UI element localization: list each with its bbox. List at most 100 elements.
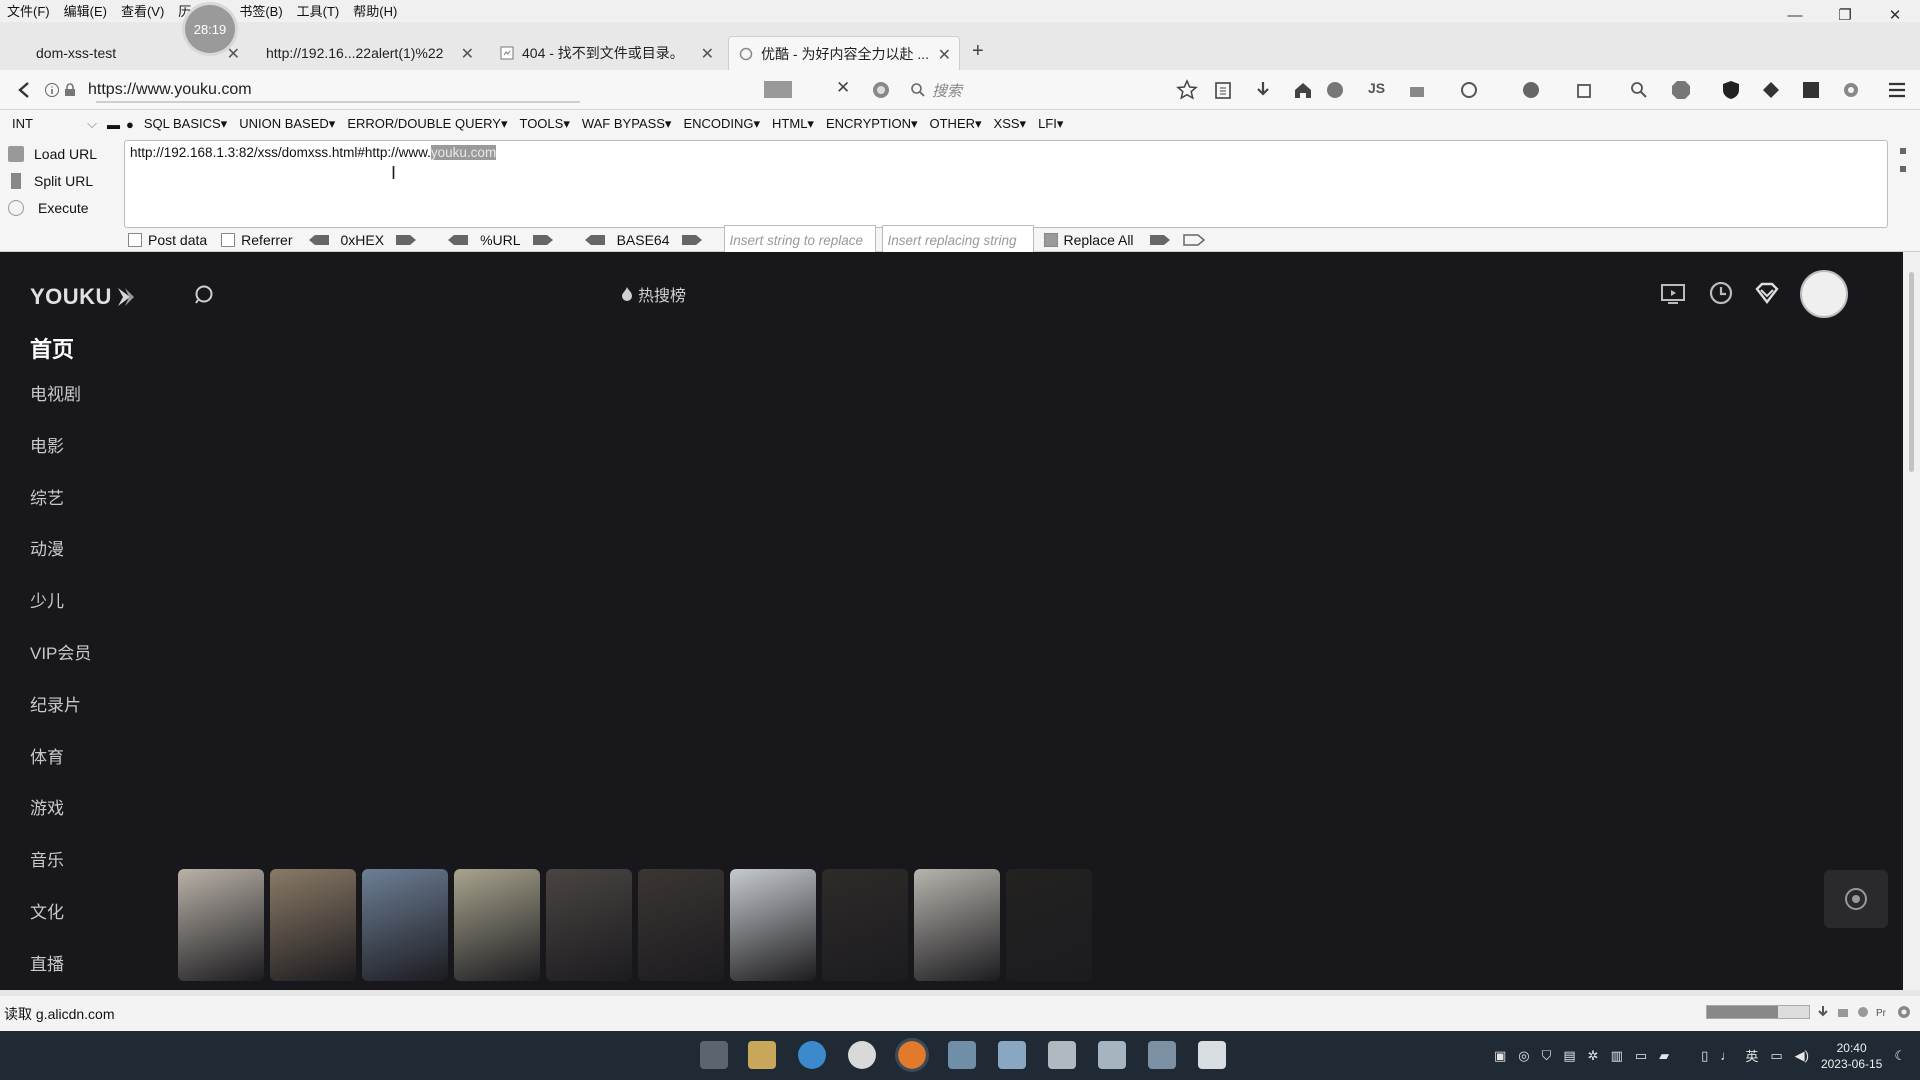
poster-thumbnail[interactable] xyxy=(822,869,908,981)
dot-icon[interactable]: ● xyxy=(122,117,138,132)
menu-bookmarks[interactable]: 书签(B) xyxy=(232,1,289,20)
firefox-icon[interactable] xyxy=(895,1038,929,1072)
nav-culture[interactable]: 文化 xyxy=(30,898,91,950)
tray-camera-icon[interactable]: ◎ xyxy=(1518,1048,1529,1064)
clipboard-icon[interactable] xyxy=(1212,79,1234,101)
poster-thumbnail[interactable] xyxy=(914,869,1000,981)
photos-icon[interactable] xyxy=(1098,1041,1126,1069)
menu-lfi[interactable]: LFI▾ xyxy=(1032,116,1069,132)
nav-live[interactable]: 直播 xyxy=(30,950,91,990)
poster-thumbnail[interactable] xyxy=(638,869,724,981)
tray-monitor-icon[interactable]: ▭ xyxy=(1635,1048,1647,1064)
nav-documentary[interactable]: 纪录片 xyxy=(30,691,91,743)
clock[interactable]: 20:40 2023-06-15 xyxy=(1821,1040,1882,1072)
poster-thumbnail[interactable] xyxy=(178,869,264,981)
shirt-app-icon[interactable] xyxy=(1048,1041,1076,1069)
replacing-string-input[interactable]: Insert replacing string xyxy=(881,225,1034,255)
virtual-machine-icon[interactable] xyxy=(998,1041,1026,1069)
globe-icon[interactable] xyxy=(1856,1005,1870,1019)
edge-browser-icon[interactable] xyxy=(798,1041,826,1069)
nav-kids[interactable]: 少儿 xyxy=(30,587,91,639)
sync-icon[interactable] xyxy=(1458,79,1480,101)
battery-icon[interactable]: ▯ xyxy=(1701,1048,1708,1064)
menu-encryption[interactable]: ENCRYPTION▾ xyxy=(820,116,924,132)
base64-decode-arrow-icon[interactable] xyxy=(583,233,607,247)
menu-union-based[interactable]: UNION BASED▾ xyxy=(233,116,341,132)
split-url-button[interactable]: Split URL xyxy=(8,167,120,194)
hot-search-link[interactable]: 热搜榜 xyxy=(620,282,686,306)
network-app-icon[interactable] xyxy=(948,1041,976,1069)
tray-shield-icon[interactable]: ⛉ xyxy=(1542,1048,1552,1064)
tab-404[interactable]: 404 - 找不到文件或目录。 ✕ xyxy=(490,36,722,70)
ime-indicator[interactable]: 英 xyxy=(1745,1046,1758,1065)
poster-thumbnail[interactable] xyxy=(362,869,448,981)
page-scrollbar[interactable] xyxy=(1903,252,1920,990)
shield-globe-icon[interactable] xyxy=(1520,79,1542,101)
tray-app-icon[interactable]: ▣ xyxy=(1494,1048,1506,1064)
url-encode-arrow-icon[interactable] xyxy=(531,233,555,247)
poster-thumbnail[interactable] xyxy=(546,869,632,981)
nav-sports[interactable]: 体育 xyxy=(30,743,91,795)
profile-icon[interactable] xyxy=(1324,79,1346,101)
onenote-icon[interactable] xyxy=(1800,79,1822,101)
zoom-icon[interactable] xyxy=(1628,79,1650,101)
menu-error-double-query[interactable]: ERROR/DOUBLE QUERY▾ xyxy=(341,116,513,132)
nav-tv[interactable]: 电视剧 xyxy=(30,380,91,432)
referrer-checkbox[interactable]: Referrer xyxy=(221,232,293,248)
extension-icon[interactable] xyxy=(1406,79,1428,101)
replace-all-checkbox[interactable]: Replace All xyxy=(1043,232,1134,248)
notification-moon-icon[interactable]: ☾ xyxy=(1894,1048,1906,1064)
download-icon[interactable] xyxy=(1816,1005,1830,1019)
close-tab-icon[interactable]: ✕ xyxy=(701,44,714,64)
tv-icon[interactable] xyxy=(1658,278,1688,308)
tab-youku[interactable]: 优酷 - 为好内容全力以赴 ... ✕ xyxy=(728,36,960,70)
vip-diamond-icon[interactable] xyxy=(1752,278,1782,308)
volume-icon[interactable]: ◀) xyxy=(1795,1048,1809,1064)
base64-encode-arrow-icon[interactable] xyxy=(680,233,704,247)
terminal-icon[interactable] xyxy=(1148,1041,1176,1069)
tray-chat-icon[interactable]: ▰ xyxy=(1659,1048,1669,1064)
info-icon[interactable] xyxy=(44,82,60,98)
nav-games[interactable]: 游戏 xyxy=(30,794,91,846)
menu-tools[interactable]: 工具(T) xyxy=(290,1,347,20)
chrome-icon[interactable] xyxy=(848,1041,876,1069)
close-tab-icon[interactable]: ✕ xyxy=(938,45,951,65)
js-icon[interactable]: JS xyxy=(1368,80,1385,96)
download-icon[interactable] xyxy=(1252,79,1274,101)
settings-gear-icon[interactable] xyxy=(1840,79,1862,101)
search-icon[interactable] xyxy=(192,282,218,308)
search-input[interactable]: 搜索 xyxy=(910,79,1110,101)
menu-tools[interactable]: TOOLS▾ xyxy=(513,116,575,132)
tray-gear-icon[interactable]: ✲ xyxy=(1588,1048,1599,1064)
youku-logo[interactable]: YOUKU xyxy=(30,284,136,310)
float-feedback-button[interactable] xyxy=(1824,870,1888,928)
tab-alert[interactable]: http://192.16...22alert(1)%22 ✕ xyxy=(256,36,482,70)
history-clock-icon[interactable] xyxy=(1706,278,1736,308)
url-decode-arrow-icon[interactable] xyxy=(446,233,470,247)
post-data-checkbox[interactable]: Post data xyxy=(128,232,207,248)
tray-app2-icon[interactable]: ▤ xyxy=(1563,1048,1575,1064)
nav-home[interactable]: 首页 xyxy=(30,332,91,380)
hex-encode-arrow-icon[interactable] xyxy=(394,233,418,247)
stop-icon[interactable]: ✕ xyxy=(836,78,850,98)
windows-start-icon[interactable] xyxy=(700,1041,728,1069)
hackbar-scroll-icon[interactable] xyxy=(1898,144,1908,184)
layers-icon[interactable] xyxy=(1760,79,1782,101)
file-explorer-icon[interactable] xyxy=(748,1041,776,1069)
settings-icon[interactable] xyxy=(1896,1004,1912,1020)
nav-variety[interactable]: 综艺 xyxy=(30,484,91,536)
new-tab-icon[interactable]: + xyxy=(972,40,984,63)
checkbox-box[interactable] xyxy=(221,233,236,247)
poster-thumbnail[interactable] xyxy=(1006,869,1092,981)
minus-icon[interactable]: ▬ xyxy=(105,117,122,132)
back-icon[interactable] xyxy=(14,79,36,101)
addon-icon[interactable] xyxy=(1836,1005,1850,1019)
type-select[interactable]: INT ⌵ xyxy=(0,116,105,132)
container-icon[interactable] xyxy=(764,81,792,98)
load-url-button[interactable]: Load URL xyxy=(8,140,120,167)
ublock-shield-icon[interactable] xyxy=(1720,79,1742,101)
network-icon[interactable]: ▭ xyxy=(1770,1048,1782,1064)
nav-movie[interactable]: 电影 xyxy=(30,432,91,484)
menu-help[interactable]: 帮助(H) xyxy=(346,1,404,20)
menu-sql-basics[interactable]: SQL BASICS▾ xyxy=(138,116,233,132)
